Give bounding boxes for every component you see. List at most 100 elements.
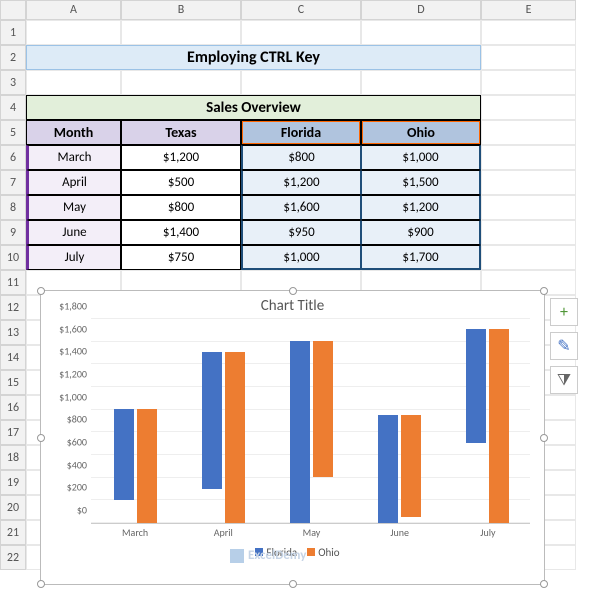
resize-handle[interactable]: [289, 580, 297, 588]
th-month[interactable]: Month: [26, 120, 121, 145]
row-header[interactable]: 13: [0, 320, 26, 345]
row-header[interactable]: 10: [0, 245, 26, 270]
bar-group[interactable]: May: [284, 341, 340, 523]
row-header[interactable]: 8: [0, 195, 26, 220]
chart-style-button[interactable]: ✎: [550, 332, 578, 360]
row-header[interactable]: 1: [0, 20, 26, 45]
bar-ohio[interactable]: [401, 415, 421, 518]
th-texas[interactable]: Texas: [121, 120, 241, 145]
row-header[interactable]: 7: [0, 170, 26, 195]
chart-add-element-button[interactable]: +: [550, 298, 578, 326]
cell[interactable]: [481, 245, 576, 270]
col-header[interactable]: E: [481, 0, 576, 20]
bar-ohio[interactable]: [489, 329, 509, 523]
cell[interactable]: [481, 95, 576, 120]
legend-label[interactable]: Ohio: [318, 546, 339, 559]
td-month[interactable]: May: [26, 195, 121, 220]
td-florida[interactable]: $1,200: [241, 170, 361, 195]
cell[interactable]: [481, 195, 576, 220]
cell[interactable]: [26, 20, 121, 45]
row-header[interactable]: 18: [0, 445, 26, 470]
cell[interactable]: [361, 20, 481, 45]
td-florida[interactable]: $950: [241, 220, 361, 245]
row-header[interactable]: 17: [0, 420, 26, 445]
cell[interactable]: [481, 170, 576, 195]
row-header[interactable]: 20: [0, 495, 26, 520]
resize-handle[interactable]: [540, 287, 548, 295]
cell[interactable]: [121, 20, 241, 45]
embedded-chart[interactable]: Chart Title $0$200$400$600$800$1,000$1,2…: [40, 290, 545, 585]
row-header[interactable]: 4: [0, 95, 26, 120]
td-texas[interactable]: $500: [121, 170, 241, 195]
col-header[interactable]: B: [121, 0, 241, 20]
cell[interactable]: [26, 70, 121, 95]
resize-handle[interactable]: [37, 580, 45, 588]
row-header[interactable]: 14: [0, 345, 26, 370]
row-header[interactable]: 5: [0, 120, 26, 145]
td-florida[interactable]: $1,600: [241, 195, 361, 220]
bar-ohio[interactable]: [225, 352, 245, 523]
row-header[interactable]: 16: [0, 395, 26, 420]
row-header[interactable]: 11: [0, 270, 26, 295]
td-month[interactable]: June: [26, 220, 121, 245]
cell[interactable]: [481, 120, 576, 145]
row-header[interactable]: 12: [0, 295, 26, 320]
td-texas[interactable]: $800: [121, 195, 241, 220]
bar-florida[interactable]: [290, 341, 310, 523]
td-texas[interactable]: $1,400: [121, 220, 241, 245]
resize-handle[interactable]: [540, 580, 548, 588]
row-header[interactable]: 2: [0, 45, 26, 70]
td-ohio[interactable]: $1,700: [361, 245, 481, 270]
row-header[interactable]: 9: [0, 220, 26, 245]
bar-florida[interactable]: [466, 329, 486, 443]
td-texas[interactable]: $750: [121, 245, 241, 270]
resize-handle[interactable]: [289, 287, 297, 295]
resize-handle[interactable]: [540, 434, 548, 442]
row-header[interactable]: 3: [0, 70, 26, 95]
bar-florida[interactable]: [114, 409, 134, 500]
cell[interactable]: [481, 45, 576, 70]
resize-handle[interactable]: [37, 287, 45, 295]
cell[interactable]: [121, 70, 241, 95]
td-ohio[interactable]: $1,500: [361, 170, 481, 195]
td-ohio[interactable]: $1,000: [361, 145, 481, 170]
td-month[interactable]: March: [26, 145, 121, 170]
bar-group[interactable]: July: [460, 329, 516, 523]
col-header[interactable]: D: [361, 0, 481, 20]
row-header[interactable]: 21: [0, 520, 26, 545]
bar-florida[interactable]: [202, 352, 222, 489]
bar-group[interactable]: June: [372, 415, 428, 523]
row-header[interactable]: 22: [0, 545, 26, 570]
td-florida[interactable]: $800: [241, 145, 361, 170]
resize-handle[interactable]: [37, 434, 45, 442]
chart-filter-button[interactable]: ⧩: [550, 366, 578, 394]
cell[interactable]: [361, 70, 481, 95]
td-ohio[interactable]: $1,200: [361, 195, 481, 220]
chart-plot-area[interactable]: $0$200$400$600$800$1,000$1,200$1,400$1,6…: [91, 319, 530, 524]
page-title[interactable]: Employing CTRL Key: [26, 45, 481, 70]
cell[interactable]: [481, 20, 576, 45]
cell[interactable]: [481, 220, 576, 245]
td-texas[interactable]: $1,200: [121, 145, 241, 170]
col-header[interactable]: A: [26, 0, 121, 20]
cell[interactable]: [241, 70, 361, 95]
bar-group[interactable]: April: [195, 352, 251, 523]
table-title[interactable]: Sales Overview: [26, 95, 481, 120]
cell[interactable]: [481, 70, 576, 95]
cell[interactable]: [481, 145, 576, 170]
th-florida[interactable]: Florida: [241, 120, 361, 145]
td-month[interactable]: July: [26, 245, 121, 270]
row-header[interactable]: 15: [0, 370, 26, 395]
row-header[interactable]: 6: [0, 145, 26, 170]
bar-florida[interactable]: [378, 415, 398, 523]
cell[interactable]: [241, 20, 361, 45]
td-month[interactable]: April: [26, 170, 121, 195]
th-ohio[interactable]: Ohio: [361, 120, 481, 145]
bar-ohio[interactable]: [137, 409, 157, 523]
chart-title[interactable]: Chart Title: [41, 297, 544, 315]
bar-group[interactable]: March: [107, 409, 163, 523]
td-florida[interactable]: $1,000: [241, 245, 361, 270]
corner-cell[interactable]: [0, 0, 26, 20]
col-header[interactable]: C: [241, 0, 361, 20]
bar-ohio[interactable]: [313, 341, 333, 478]
